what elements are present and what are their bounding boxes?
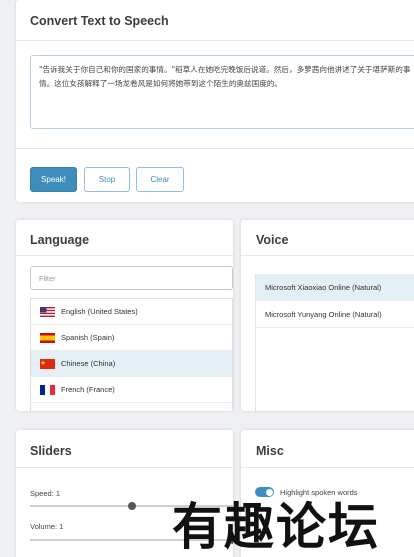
tts-title: Convert Text to Speech	[30, 14, 169, 28]
stop-button[interactable]: Stop	[84, 167, 130, 192]
voice-divider	[241, 255, 414, 256]
language-label: French (France)	[61, 385, 115, 394]
sliders-title: Sliders	[30, 444, 72, 458]
list-item[interactable]: Microsoft Yunyang Online (Natural)	[256, 301, 414, 328]
voice-label: Microsoft Xiaoxiao Online (Natural)	[265, 282, 382, 292]
text-input[interactable]: "告诉我关于你自己和你的国家的事情。"稻草人在她吃完晚饭后说道。然后，多萝茜向他…	[30, 55, 414, 129]
speed-slider-thumb[interactable]	[128, 502, 136, 510]
language-title: Language	[30, 233, 90, 247]
france-flag-icon	[40, 384, 55, 395]
language-label: Spanish (Spain)	[61, 333, 115, 342]
list-item[interactable]: Microsoft Xiaoxiao Online (Natural)	[256, 274, 414, 301]
language-label: Chinese (China)	[61, 359, 116, 368]
us-flag-icon	[40, 306, 55, 317]
language-divider	[16, 255, 233, 256]
language-label: English (United States)	[61, 307, 138, 316]
list-item[interactable]: English (United States)	[31, 299, 232, 325]
list-item[interactable]: Spanish (Spain)	[31, 325, 232, 351]
clear-button[interactable]: Clear	[136, 167, 184, 192]
volume-label: Volume: 1	[30, 522, 64, 531]
voice-label: Microsoft Yunyang Online (Natural)	[265, 309, 382, 319]
voice-panel: Voice Microsoft Xiaoxiao Online (Natural…	[241, 220, 414, 411]
tts-divider	[16, 40, 414, 41]
speak-button[interactable]: Speak!	[30, 167, 77, 192]
misc-divider	[241, 467, 414, 468]
language-list: English (United States) Spanish (Spain) …	[30, 298, 233, 411]
speed-label: Speed: 1	[30, 489, 61, 498]
voice-title: Voice	[256, 233, 289, 247]
tts-footer-divider	[16, 148, 414, 149]
misc-title: Misc	[256, 444, 284, 458]
voice-list: Microsoft Xiaoxiao Online (Natural) Micr…	[255, 274, 414, 411]
list-item[interactable]: Chinese (China)	[31, 351, 232, 377]
list-item[interactable]: French (France)	[31, 377, 232, 403]
watermark-logo: 有趣论坛	[172, 497, 380, 556]
tts-panel: Convert Text to Speech "告诉我关于你自己和你的国家的事情…	[16, 0, 414, 202]
language-filter-input[interactable]: Filter	[30, 266, 233, 290]
language-panel: Language Filter English (United States) …	[16, 220, 233, 411]
svg-text:有趣论坛: 有趣论坛	[172, 497, 380, 556]
sliders-divider	[16, 467, 233, 468]
china-flag-icon	[40, 358, 55, 369]
spain-flag-icon	[40, 332, 55, 343]
